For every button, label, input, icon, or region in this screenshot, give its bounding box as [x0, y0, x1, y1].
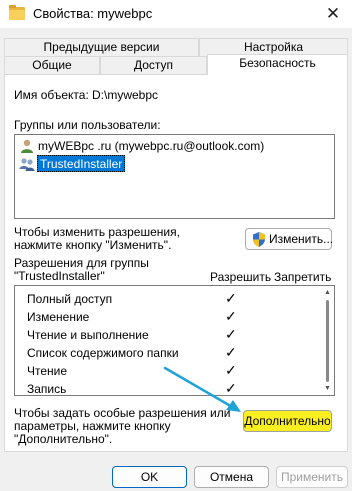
folder-icon — [9, 5, 25, 20]
permission-name: Полный доступ — [27, 292, 113, 306]
allow-check-icon: ✓ — [225, 344, 237, 360]
scroll-up-icon[interactable]: ▲ — [324, 289, 331, 296]
close-icon[interactable]: ✕ — [318, 1, 348, 27]
change-hint: Чтобы изменить разрешения, нажмите кнопк… — [14, 226, 180, 252]
tab-general[interactable]: Общие — [4, 56, 100, 75]
cancel-button[interactable]: Отмена — [194, 466, 269, 488]
permission-row: Запись ✓ — [15, 380, 317, 396]
user-name: myWEBpc .ru (mywebpc.ru@outlook.com) — [38, 139, 265, 153]
special-hint: Чтобы задать особые разрешения или парам… — [14, 407, 230, 446]
permission-name: Запись — [27, 382, 67, 396]
permission-name: Чтение и выполнение — [27, 328, 149, 342]
permission-name: Чтение — [27, 364, 68, 378]
special-hint-line3: "Дополнительно". — [14, 432, 113, 446]
user-icon — [21, 139, 33, 153]
allow-check-icon: ✓ — [225, 362, 237, 378]
uac-shield-icon — [253, 232, 265, 247]
permission-row: Чтение и выполнение ✓ — [15, 326, 317, 344]
permission-row: Изменение ✓ — [15, 308, 317, 326]
allow-column-header: Разрешить — [210, 270, 272, 284]
deny-column-header: Запретить — [274, 270, 332, 284]
permission-row: Полный доступ ✓ — [15, 290, 317, 308]
window-title: Свойства: mywebpc — [33, 6, 153, 21]
change-hint-line2: нажмите кнопку "Изменить". — [14, 238, 172, 252]
groups-label: Группы или пользователи: — [14, 118, 161, 132]
permission-row: Список содержимого папки ✓ — [15, 344, 317, 362]
allow-check-icon: ✓ — [225, 308, 237, 324]
object-name-label: Имя объекта: — [14, 88, 89, 102]
permissions-scrollbar[interactable]: ▲ ▼ — [321, 286, 334, 395]
groups-list[interactable]: myWEBpc .ru (mywebpc.ru@outlook.com) Tru… — [14, 134, 335, 219]
change-button-label: Изменить... — [269, 232, 334, 246]
apply-button[interactable]: Применить — [276, 466, 348, 488]
list-item-trustedinstaller[interactable]: TrustedInstaller — [17, 155, 332, 173]
tab-security[interactable]: Безопасность — [207, 54, 348, 75]
permission-name: Изменение — [27, 310, 90, 324]
scroll-down-icon[interactable]: ▼ — [324, 385, 331, 392]
change-button[interactable]: Изменить... — [245, 228, 334, 250]
perm-for-label: Разрешения для группы "TrustedInstaller" — [14, 257, 149, 283]
allow-check-icon: ✓ — [225, 326, 237, 342]
ok-button[interactable]: OK — [112, 466, 187, 488]
users-icon — [19, 158, 35, 171]
tab-previous-versions[interactable]: Предыдущие версии — [4, 38, 199, 57]
permission-name: Список содержимого папки — [27, 346, 179, 360]
permission-row: Чтение ✓ — [15, 362, 317, 380]
object-name-value: D:\mywebpc — [92, 88, 159, 102]
permissions-list: Полный доступ ✓ Изменение ✓ Чтение и вып… — [14, 285, 335, 396]
advanced-button[interactable]: Дополнительно — [243, 410, 332, 432]
list-item-user[interactable]: myWEBpc .ru (mywebpc.ru@outlook.com) — [17, 137, 332, 155]
title-bar: Свойства: mywebpc ✕ — [0, 0, 352, 28]
scroll-thumb[interactable] — [326, 300, 329, 382]
allow-check-icon: ✓ — [225, 380, 237, 396]
allow-check-icon: ✓ — [225, 290, 237, 306]
perm-for-line2: "TrustedInstaller" — [14, 269, 105, 283]
tab-sharing[interactable]: Доступ — [100, 56, 207, 75]
group-name: TrustedInstaller — [37, 155, 126, 172]
